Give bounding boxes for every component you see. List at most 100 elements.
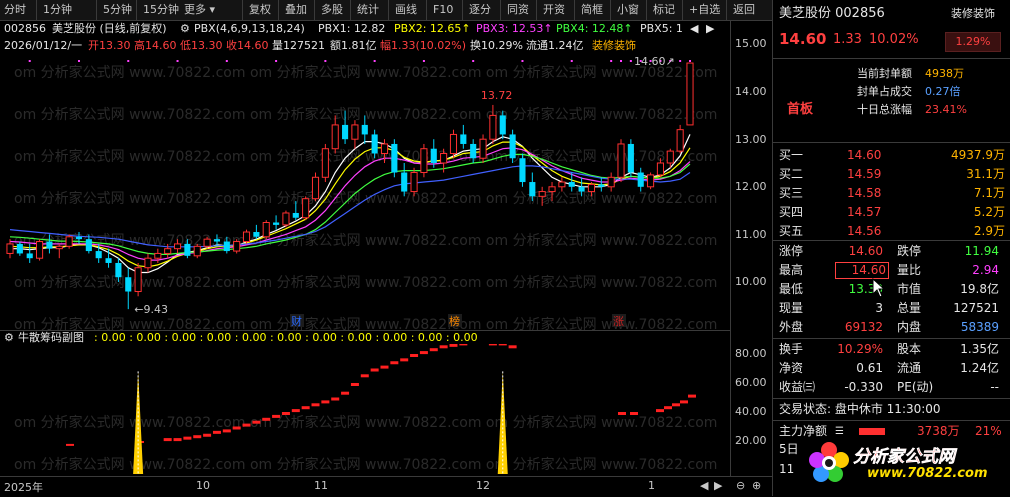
chip-bar	[311, 403, 320, 407]
candle-body	[509, 134, 516, 159]
scroll-right-icon[interactable]: ▶	[714, 479, 722, 492]
period-tab-5min[interactable]: 5分钟	[96, 0, 132, 20]
simple-frame-button[interactable]: 简框	[574, 0, 603, 20]
stat-label: 流通	[897, 361, 922, 375]
day11-label: 11	[779, 462, 795, 476]
pbx1-value: PBX1: 12.82	[318, 22, 386, 35]
prev-indicator-icon[interactable]: ◀	[690, 21, 698, 37]
candle-body	[587, 183, 596, 193]
stat-label: 净资	[779, 361, 804, 375]
next-indicator-icon[interactable]: ▶	[706, 21, 714, 37]
small-window-button[interactable]: 小窗	[610, 0, 639, 20]
candle-body	[410, 172, 418, 193]
ohlc-close: 收14.60	[226, 39, 269, 52]
signal-dot	[373, 60, 376, 62]
chip-bar	[341, 391, 350, 395]
bid-row[interactable]: 买一 14.60 4937.9万	[773, 146, 1010, 165]
x-label-10: 10	[196, 479, 210, 492]
scroll-left-icon[interactable]: ◀	[700, 479, 708, 492]
x-label-2025: 2025年	[4, 481, 43, 494]
candle-body	[144, 257, 152, 269]
candle-body	[361, 124, 368, 135]
candle-body	[676, 129, 684, 152]
candle-body	[519, 158, 526, 183]
candle-body	[213, 239, 221, 242]
stat-row: 换手 10.29% 股本 1.35亿	[773, 340, 1010, 359]
seal-value-2: 0.27倍	[925, 85, 961, 98]
chip-bar	[262, 417, 271, 421]
period-tab-1min[interactable]: 1分钟	[36, 0, 72, 20]
signal-dot	[77, 60, 80, 62]
zoom-out-icon[interactable]: ⊖	[736, 479, 745, 492]
chip-distribution-chart	[66, 344, 696, 474]
candle-body	[203, 238, 211, 247]
ohlc-volume: 量127521	[272, 39, 325, 52]
ma-line	[9, 153, 691, 255]
x-label-12: 12	[476, 479, 490, 492]
candle-body	[371, 134, 378, 154]
mouse-cursor-icon	[872, 278, 886, 298]
add-watchlist-button[interactable]: +自选	[682, 0, 720, 20]
stat-label: 换手	[779, 342, 804, 356]
step-minute-button[interactable]: 逐分	[462, 0, 491, 20]
bid-row[interactable]: 买四 14.57 5.2万	[773, 203, 1010, 222]
stat-label: 量比	[897, 263, 922, 277]
chip-bar	[183, 436, 192, 440]
bid-row[interactable]: 买二 14.59 31.1万	[773, 165, 1010, 184]
ohlc-high: 高14.60	[134, 39, 177, 52]
draw-line-button[interactable]: 画线	[388, 0, 417, 20]
chip-bar	[163, 438, 172, 442]
signal-dot	[610, 60, 613, 62]
chip-bar	[656, 409, 664, 413]
same-capital-button[interactable]: 同资	[500, 0, 529, 20]
sector-change-badge: 1.29%	[945, 32, 1001, 52]
back-button[interactable]: 返回	[726, 0, 755, 20]
seal-label-2: 封单占成交	[857, 85, 912, 98]
chip-bar	[630, 412, 638, 415]
candle-body	[401, 172, 408, 192]
ohlc-date: 2026/01/12/一	[4, 39, 83, 52]
chip-bar	[272, 414, 281, 418]
stat-value: 2.94	[972, 263, 999, 277]
period-tab-15min[interactable]: 15分钟	[136, 0, 179, 20]
candle-body	[331, 124, 339, 150]
candle-body	[311, 176, 320, 200]
more-menu[interactable]: 更多 ▾	[184, 0, 215, 20]
open-capital-button[interactable]: 开资	[536, 0, 565, 20]
sub-chart-values: : 0.00 : 0.00 : 0.00 : 0.00 : 0.00 : 0.0…	[94, 331, 478, 344]
sector-button[interactable]: 装修装饰	[951, 4, 995, 23]
overlay-button[interactable]: 叠加	[278, 0, 307, 20]
zoom-in-icon[interactable]: ⊕	[752, 479, 761, 492]
candle-body	[666, 150, 674, 164]
candlestick-chart[interactable]: 13.72 ←9.43 14.60↗ 财 榜 涨	[0, 54, 730, 328]
stats-button[interactable]: 统计	[350, 0, 379, 20]
stat-value: 127521	[953, 301, 999, 315]
ohlc-float: 流通1.24亿	[526, 39, 584, 52]
fuquan-button[interactable]: 复权	[242, 0, 271, 20]
divider	[773, 338, 1010, 339]
stat-value: 1.24亿	[960, 361, 999, 375]
signal-dot	[472, 60, 475, 62]
stat-label: 跌停	[897, 244, 922, 258]
settings-icon[interactable]: ⚙	[4, 331, 14, 345]
period-tab-timeshare[interactable]: 分时	[4, 0, 26, 20]
multi-stock-button[interactable]: 多股	[314, 0, 343, 20]
candle-body	[529, 182, 536, 197]
bid-row[interactable]: 买三 14.58 7.1万	[773, 184, 1010, 203]
bid-volume: 31.1万	[966, 167, 1005, 181]
logo-text: 分析家公式网	[853, 447, 956, 468]
price-change: 1.33	[833, 32, 862, 47]
candle-body	[420, 148, 428, 174]
seal-row-2: 封单占成交 0.27倍	[773, 82, 1010, 101]
candle-body	[499, 115, 506, 135]
candle-body	[627, 143, 634, 173]
f10-button[interactable]: F10	[426, 0, 453, 20]
bid-row[interactable]: 买五 14.56 2.9万	[773, 222, 1010, 241]
candle-body	[607, 176, 615, 188]
settings-icon[interactable]: ⚙	[180, 21, 190, 37]
chip-bar	[688, 394, 696, 398]
candle-body	[253, 232, 260, 237]
ohlc-change: 幅1.33(10.02%)	[380, 39, 467, 52]
chip-bar	[281, 412, 290, 415]
mark-button[interactable]: 标记	[646, 0, 675, 20]
